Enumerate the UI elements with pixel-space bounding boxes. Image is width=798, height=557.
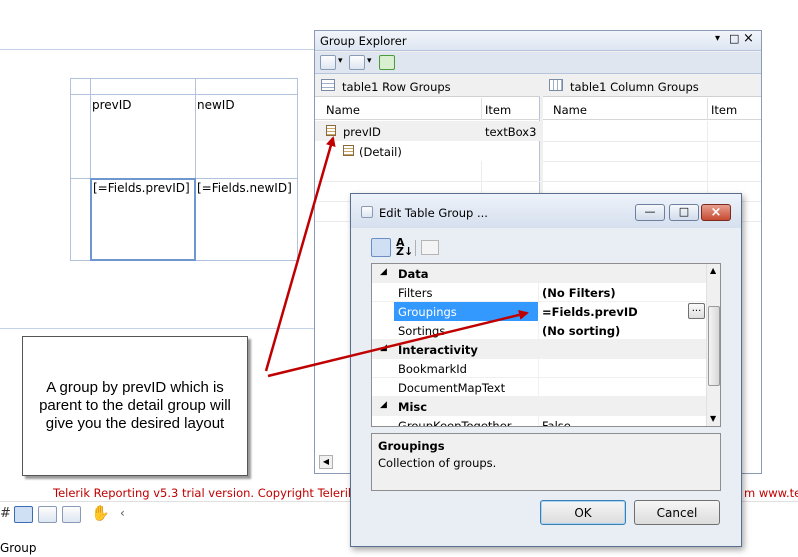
annotation-arrows [264,136,529,378]
arrow-to-group-row [264,136,336,372]
arrow-to-groupings [267,310,529,378]
